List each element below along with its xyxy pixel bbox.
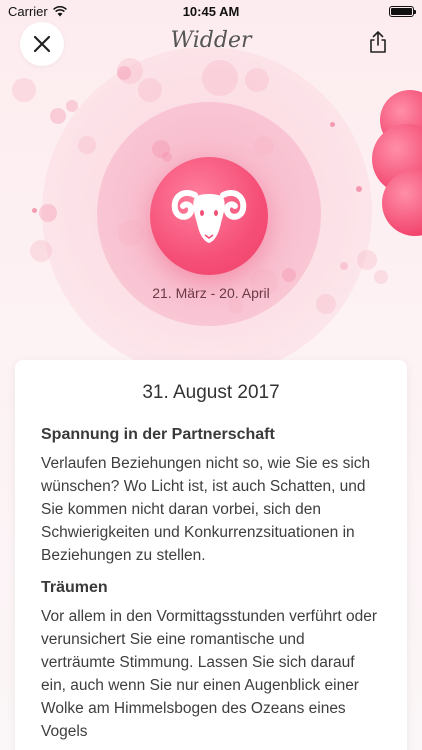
bubble bbox=[245, 68, 269, 92]
status-time: 10:45 AM bbox=[182, 3, 240, 19]
bubble bbox=[254, 136, 274, 156]
page-title: Widder bbox=[170, 28, 252, 53]
bubble bbox=[162, 152, 172, 162]
bubble bbox=[202, 60, 238, 96]
decorative-orbs bbox=[372, 90, 422, 260]
bubble bbox=[340, 262, 348, 270]
bubble bbox=[66, 100, 78, 112]
horoscope-date: 31. August 2017 bbox=[142, 382, 280, 403]
bubble bbox=[78, 136, 96, 154]
ram-icon bbox=[171, 189, 247, 243]
bubble bbox=[12, 78, 36, 102]
horoscope-section: Spannung in der Partnerschaft Verlaufen … bbox=[41, 426, 381, 567]
section-title: Träumen bbox=[41, 579, 108, 596]
bubble bbox=[118, 220, 144, 246]
bubble bbox=[374, 270, 388, 284]
bubble bbox=[39, 204, 57, 222]
bubble bbox=[282, 268, 296, 282]
bubble bbox=[32, 208, 37, 213]
section-body: Verlaufen Beziehungen nicht so, wie Sie … bbox=[41, 455, 371, 564]
zodiac-sign-badge bbox=[150, 157, 268, 275]
bubble bbox=[30, 240, 52, 262]
bubble bbox=[138, 78, 162, 102]
bubble bbox=[356, 186, 362, 192]
share-icon bbox=[370, 31, 386, 53]
bubble bbox=[330, 122, 335, 127]
bubble bbox=[50, 108, 66, 124]
bubble bbox=[117, 66, 131, 80]
horoscope-card: 31. August 2017 Spannung in der Partners… bbox=[15, 360, 407, 750]
battery-icon bbox=[389, 5, 416, 17]
section-body: Vor allem in den Vormittagsstunden verfü… bbox=[41, 608, 378, 740]
section-title: Spannung in der Partnerschaft bbox=[41, 426, 275, 443]
horoscope-section: Träumen Vor allem in den Vormittagsstund… bbox=[41, 579, 381, 743]
date-range: 21. März - 20. April bbox=[152, 285, 270, 301]
status-bar: Carrier 10:45 AM bbox=[0, 0, 422, 22]
share-button[interactable] bbox=[368, 30, 388, 54]
